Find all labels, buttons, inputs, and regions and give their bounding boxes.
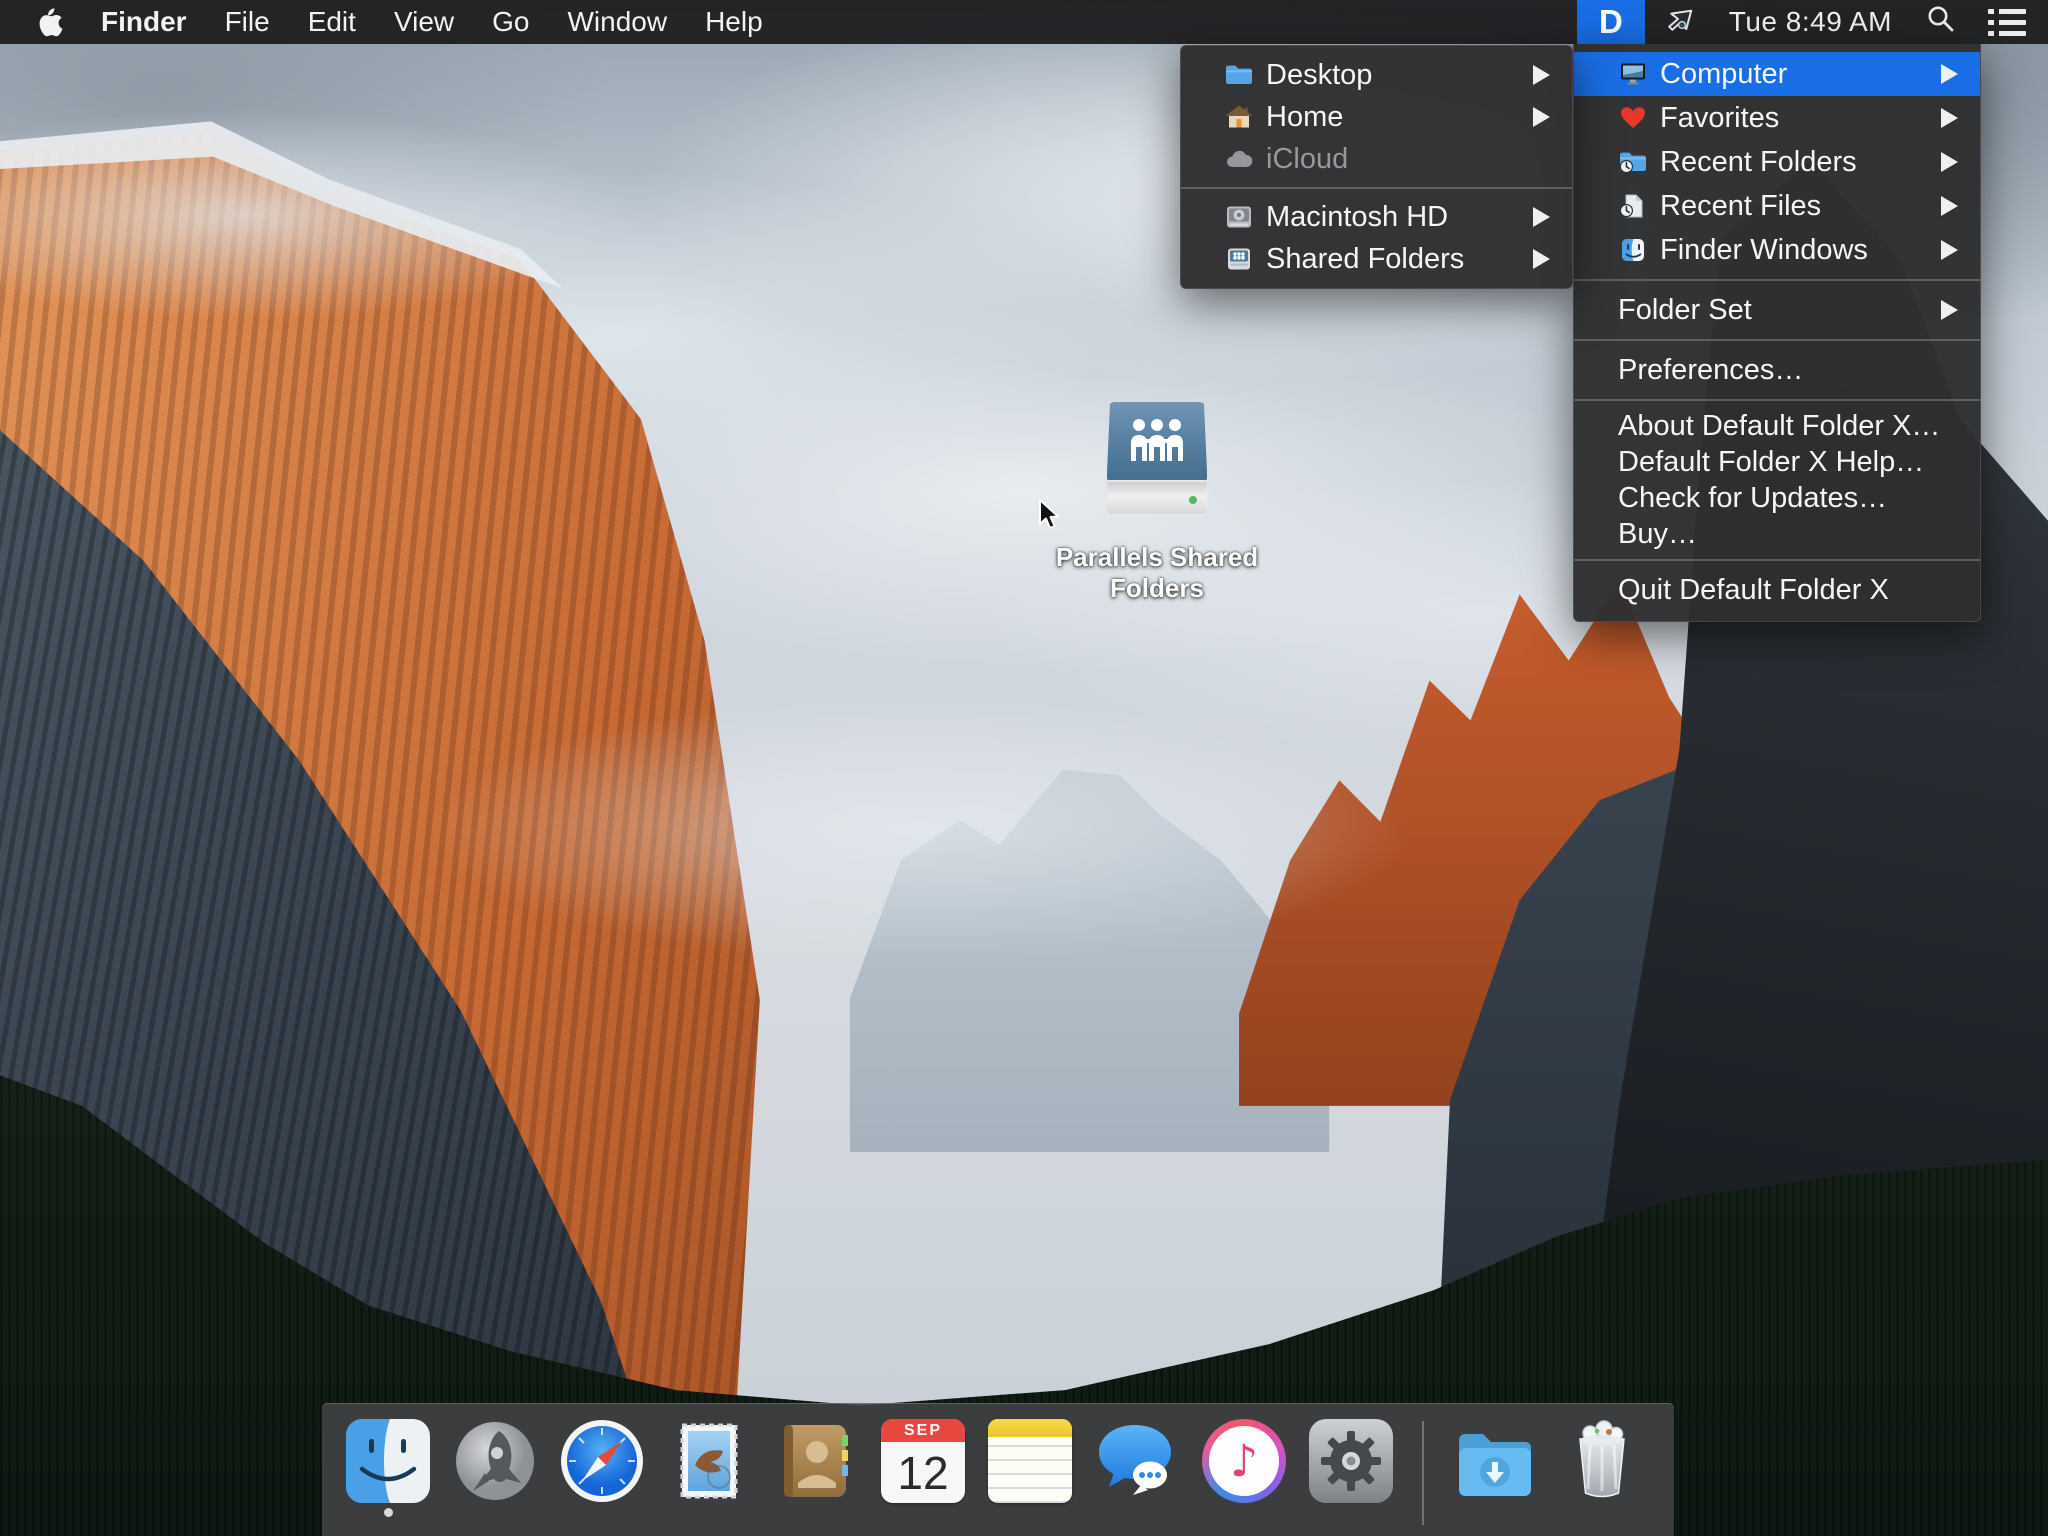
cloud-icon (1224, 147, 1254, 171)
pointer-tool-menu-extra[interactable] (1645, 0, 1711, 44)
dock-item-contacts[interactable] (774, 1419, 858, 1503)
shared-drive-desktop-icon (1105, 400, 1209, 516)
mail-icon (667, 1419, 751, 1503)
submenu-item-macintosh-hd[interactable]: Macintosh HD (1181, 196, 1572, 238)
menu-item-finder-windows[interactable]: Finder Windows (1574, 228, 1980, 272)
finder-face-icon (1618, 238, 1648, 262)
dock-item-notes[interactable] (988, 1419, 1072, 1503)
pointer-tool-icon (1661, 3, 1695, 42)
dock-item-launchpad[interactable] (453, 1419, 537, 1503)
dock-item-finder[interactable] (346, 1419, 430, 1503)
running-indicator (384, 1508, 393, 1517)
heart-icon (1618, 106, 1648, 130)
menubar-item-finder[interactable]: Finder (82, 0, 206, 44)
gear-icon (1309, 1419, 1393, 1503)
menubar-item-edit[interactable]: Edit (289, 0, 375, 44)
dock-divider (1422, 1421, 1424, 1525)
folder-clock-icon (1618, 150, 1648, 174)
desktop: Finder File Edit View Go Window Help D T… (0, 0, 2048, 1536)
display-icon (1618, 62, 1648, 86)
menu-item-help[interactable]: Default Folder X Help… (1574, 444, 1980, 480)
menu-separator (1181, 187, 1572, 189)
calendar-icon: SEP 12 (881, 1419, 965, 1503)
dock-item-system-preferences[interactable] (1309, 1419, 1393, 1503)
apple-icon (37, 7, 63, 37)
menu-item-recent-files[interactable]: Recent Files (1574, 184, 1980, 228)
submenu-arrow-icon (1941, 240, 1958, 260)
default-folder-x-menu: Computer Favorites Recent Folders (1573, 44, 1981, 622)
menu-item-favorites[interactable]: Favorites (1574, 96, 1980, 140)
mouse-cursor-icon (1036, 498, 1066, 532)
menu-separator (1574, 279, 1980, 281)
submenu-item-shared-folders[interactable]: Shared Folders (1181, 238, 1572, 280)
finder-icon (346, 1419, 430, 1503)
dock-item-messages[interactable] (1095, 1419, 1179, 1503)
submenu-arrow-icon (1941, 152, 1958, 172)
spotlight-button[interactable] (1910, 0, 1972, 44)
dock-item-mail[interactable] (667, 1419, 751, 1503)
search-icon (1926, 4, 1956, 41)
calendar-month: SEP (881, 1419, 965, 1442)
menu-item-check-for-updates[interactable]: Check for Updates… (1574, 480, 1980, 516)
menu-item-recent-folders[interactable]: Recent Folders (1574, 140, 1980, 184)
dock-item-downloads[interactable] (1453, 1419, 1537, 1503)
default-folder-x-icon: D (1593, 3, 1629, 41)
menu-separator (1574, 339, 1980, 341)
launchpad-icon (453, 1419, 537, 1503)
menu-item-folder-set[interactable]: Folder Set (1574, 288, 1980, 332)
menubar-item-help[interactable]: Help (686, 0, 782, 44)
drive-led-indicator (1189, 496, 1197, 504)
dock-item-itunes[interactable]: ♪ (1202, 1419, 1286, 1503)
menu-item-buy[interactable]: Buy… (1574, 516, 1980, 552)
menu-separator (1574, 559, 1980, 561)
menu-bar: Finder File Edit View Go Window Help D T… (0, 0, 2048, 44)
menubar-item-window[interactable]: Window (548, 0, 686, 44)
file-clock-icon (1618, 194, 1648, 218)
dock-item-calendar[interactable]: SEP 12 (881, 1419, 965, 1503)
hard-drive-icon (1224, 205, 1254, 229)
default-folder-x-menu-extra[interactable]: D (1577, 0, 1645, 44)
shared-drive-icon (1224, 247, 1254, 271)
menu-item-quit[interactable]: Quit Default Folder X (1574, 568, 1980, 612)
notification-center-icon (1988, 3, 2026, 42)
menu-separator (1574, 399, 1980, 401)
submenu-arrow-icon (1533, 249, 1550, 269)
menu-item-computer[interactable]: Computer (1574, 52, 1980, 96)
submenu-arrow-icon (1533, 207, 1550, 227)
menu-item-about[interactable]: About Default Folder X… (1574, 408, 1980, 444)
trash-full-icon (1560, 1419, 1644, 1503)
submenu-item-desktop[interactable]: Desktop (1181, 54, 1572, 96)
contacts-icon (774, 1419, 858, 1503)
menu-item-preferences[interactable]: Preferences… (1574, 348, 1980, 392)
safari-icon (560, 1419, 644, 1503)
apple-menu[interactable] (18, 0, 82, 44)
desktop-icon-parallels-shared-folders[interactable]: Parallels Shared Folders (1037, 400, 1277, 604)
notes-icon (988, 1419, 1072, 1503)
submenu-arrow-icon (1941, 108, 1958, 128)
computer-submenu: Desktop Home iCloud (1180, 45, 1573, 289)
dock-item-safari[interactable] (560, 1419, 644, 1503)
submenu-arrow-icon (1533, 107, 1550, 127)
messages-icon (1095, 1419, 1179, 1503)
desktop-icon-label: Parallels Shared Folders (1037, 542, 1277, 604)
calendar-day: 12 (881, 1442, 965, 1503)
downloads-folder-icon (1453, 1419, 1537, 1503)
submenu-item-home[interactable]: Home (1181, 96, 1572, 138)
menubar-item-view[interactable]: View (375, 0, 473, 44)
notification-center-button[interactable] (1972, 0, 2048, 44)
menubar-item-file[interactable]: File (206, 0, 289, 44)
dock: SEP 12 ♪ (322, 1403, 1674, 1536)
submenu-arrow-icon (1533, 65, 1550, 85)
itunes-icon: ♪ (1202, 1419, 1286, 1503)
menubar-item-go[interactable]: Go (473, 0, 548, 44)
home-icon (1224, 105, 1254, 129)
folder-icon (1224, 63, 1254, 87)
submenu-arrow-icon (1941, 64, 1958, 84)
submenu-arrow-icon (1941, 196, 1958, 216)
submenu-arrow-icon (1941, 300, 1958, 320)
submenu-item-icloud[interactable]: iCloud (1181, 138, 1572, 180)
music-note-icon: ♪ (1230, 1436, 1258, 1487)
menubar-clock[interactable]: Tue 8:49 AM (1711, 0, 1910, 44)
dock-item-trash[interactable] (1560, 1419, 1644, 1503)
